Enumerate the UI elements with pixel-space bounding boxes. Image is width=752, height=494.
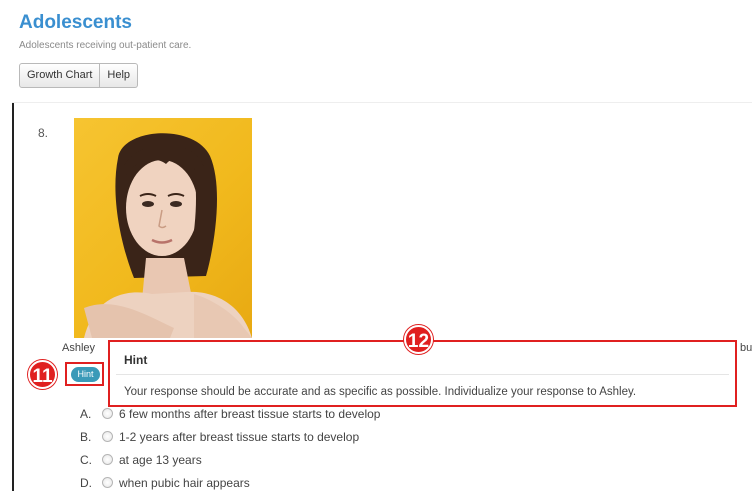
annotation-badge-12: 12	[404, 325, 433, 354]
question-stem-end: bu	[740, 342, 752, 354]
hint-popover-divider	[116, 374, 729, 375]
option-d-radio[interactable]	[102, 477, 113, 488]
question-stem-start: Ashley	[62, 342, 96, 354]
hint-popover-title: Hint	[124, 353, 148, 367]
option-letter: C.	[80, 452, 92, 467]
answer-options: A. 6 few months after breast tissue star…	[80, 402, 380, 494]
option-text: when pubic hair appears	[119, 475, 250, 490]
growth-chart-button[interactable]: Growth Chart	[19, 63, 101, 88]
option-text: 1-2 years after breast tissue starts to …	[119, 429, 360, 444]
option-c-radio[interactable]	[102, 454, 113, 465]
annotation-badge-11: 11	[28, 360, 57, 389]
annotation-box-11	[65, 362, 104, 386]
left-border	[12, 103, 14, 491]
header-divider	[12, 102, 752, 103]
toolbar: Growth Chart Help	[19, 63, 139, 88]
option-letter: B.	[80, 429, 92, 444]
option-text: 6 few months after breast tissue starts …	[119, 406, 381, 421]
option-letter: A.	[80, 406, 92, 421]
option-c[interactable]: C. at age 13 years	[80, 448, 380, 471]
patient-portrait-image	[84, 133, 252, 338]
help-button[interactable]: Help	[100, 63, 139, 88]
option-text: at age 13 years	[119, 452, 202, 467]
page-title: Adolescents	[19, 12, 132, 33]
hint-popover-body: Your response should be accurate and as …	[124, 386, 637, 398]
patient-photo	[74, 118, 252, 338]
option-b[interactable]: B. 1-2 years after breast tissue starts …	[80, 425, 380, 448]
option-letter: D.	[80, 475, 92, 490]
question-number: 8.	[38, 126, 49, 140]
page-subtitle: Adolescents receiving out-patient care.	[19, 40, 192, 51]
option-b-radio[interactable]	[102, 431, 113, 442]
option-a-radio[interactable]	[102, 408, 113, 419]
